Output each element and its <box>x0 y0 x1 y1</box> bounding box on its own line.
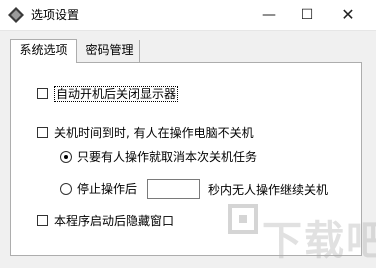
close-button[interactable]: ✕ <box>331 0 365 30</box>
tab-password-management[interactable]: 密码管理 <box>80 40 140 62</box>
watermark-text: 下载吧 <box>262 218 376 264</box>
tab-label: 密码管理 <box>85 43 134 57</box>
app-diamond-icon <box>8 7 24 23</box>
tab-label: 系统选项 <box>19 43 68 57</box>
hide-window-label: 本程序启动后隐藏窗口 <box>54 214 175 228</box>
tab-system-options[interactable]: 系统选项 <box>10 39 77 63</box>
title-bar: 选项设置 — ☐ ✕ <box>0 0 376 31</box>
seconds-input[interactable] <box>147 179 200 199</box>
minimize-button[interactable]: — <box>252 0 286 30</box>
maximize-button[interactable]: ☐ <box>290 0 324 30</box>
hide-window-checkbox[interactable] <box>37 215 48 226</box>
window-title: 选项设置 <box>31 8 80 22</box>
seconds-suffix-label: 秒内无人操作继续关机 <box>208 183 329 197</box>
